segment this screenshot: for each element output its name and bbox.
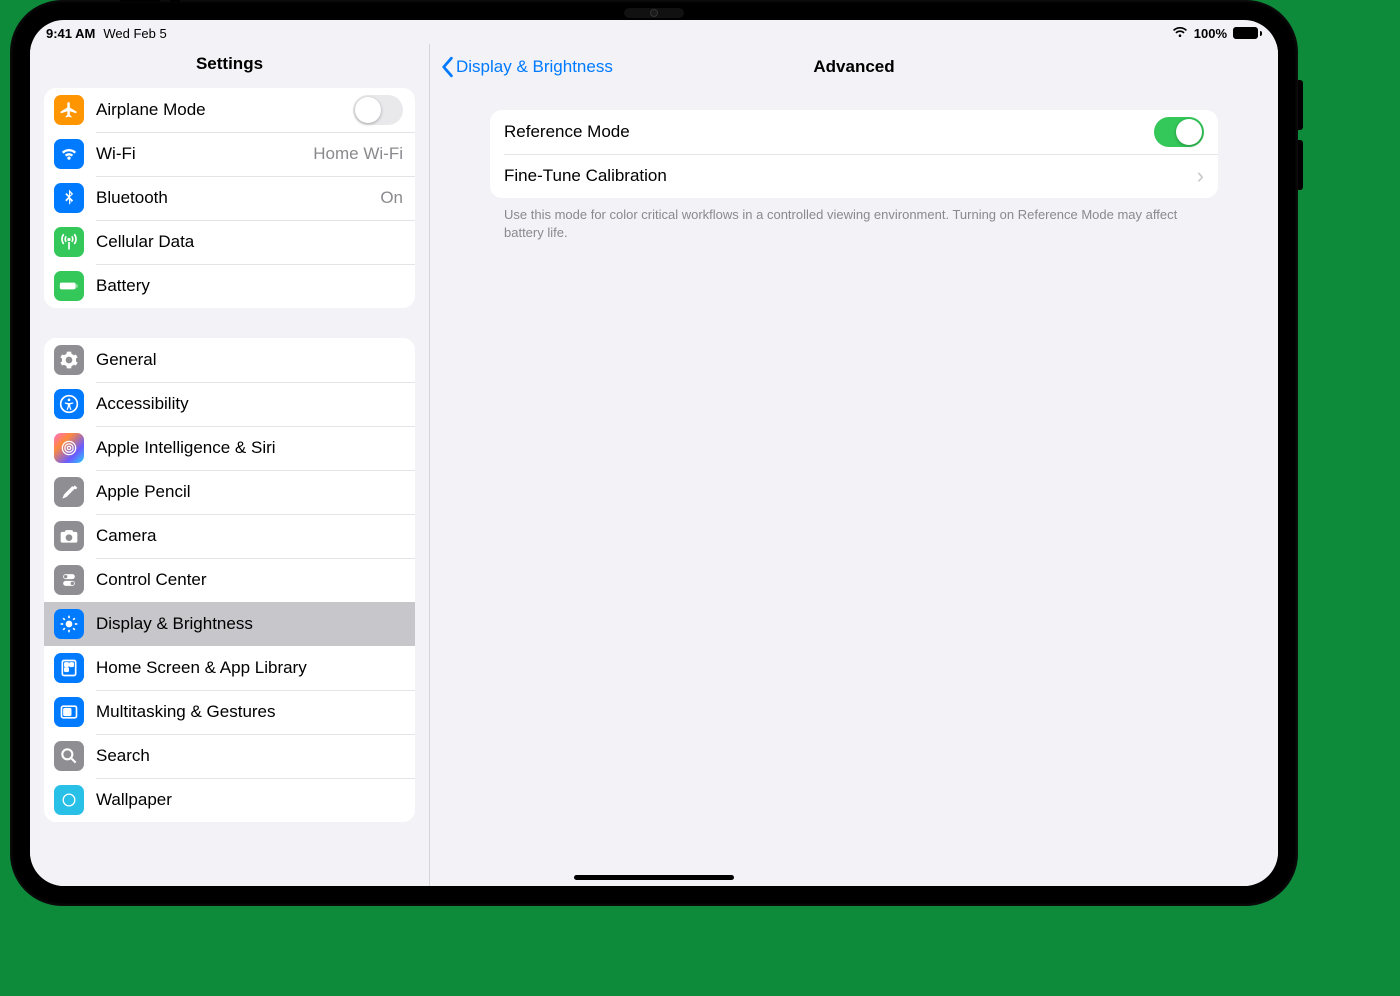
home-indicator[interactable] [574, 875, 734, 880]
sidebar-item-label: Battery [96, 276, 403, 296]
wifi-value: Home Wi-Fi [313, 144, 403, 164]
ipad-device-frame: 9:41 AM Wed Feb 5 100% Settings [10, 0, 1298, 906]
sidebar-item-wallpaper[interactable]: Wallpaper [44, 778, 415, 822]
screen: 9:41 AM Wed Feb 5 100% Settings [30, 20, 1278, 886]
sidebar-item-label: General [96, 350, 403, 370]
back-button[interactable]: Display & Brightness [440, 56, 613, 78]
multitasking-icon [54, 697, 84, 727]
sidebar-item-battery[interactable]: Battery [44, 264, 415, 308]
status-time: 9:41 AM [46, 26, 95, 41]
search-icon [54, 741, 84, 771]
battery-icon [1233, 27, 1262, 39]
front-camera [624, 8, 684, 18]
sidebar-item-home-screen[interactable]: Home Screen & App Library [44, 646, 415, 690]
sidebar-item-apple-pencil[interactable]: Apple Pencil [44, 470, 415, 514]
wallpaper-icon [54, 785, 84, 815]
home-screen-icon [54, 653, 84, 683]
battery-percent: 100% [1194, 26, 1227, 41]
settings-sidebar: Settings Airplane Mode [30, 44, 430, 886]
airplane-mode-toggle[interactable] [353, 95, 403, 125]
sidebar-item-label: Camera [96, 526, 403, 546]
sidebar-item-camera[interactable]: Camera [44, 514, 415, 558]
sidebar-item-multitasking[interactable]: Multitasking & Gestures [44, 690, 415, 734]
bluetooth-icon [54, 183, 84, 213]
detail-navbar: Display & Brightness Advanced [430, 44, 1278, 90]
bluetooth-value: On [380, 188, 403, 208]
chevron-right-icon: › [1197, 163, 1204, 189]
wifi-icon [54, 139, 84, 169]
sidebar-item-label: Control Center [96, 570, 403, 590]
reference-mode-toggle[interactable] [1154, 117, 1204, 147]
sidebar-item-label: Airplane Mode [96, 100, 341, 120]
volume-up-button [1298, 80, 1303, 130]
footer-note: Use this mode for color critical workflo… [490, 198, 1218, 241]
detail-pane: Display & Brightness Advanced Reference … [430, 44, 1278, 886]
volume-down-button [1298, 140, 1303, 190]
sidebar-item-label: Wallpaper [96, 790, 403, 810]
sidebar-item-label: Accessibility [96, 394, 403, 414]
back-label: Display & Brightness [456, 57, 613, 77]
sidebar-item-display-brightness[interactable]: Display & Brightness [44, 602, 415, 646]
sidebar-item-label: Display & Brightness [96, 614, 403, 634]
sidebar-item-label: Apple Intelligence & Siri [96, 438, 403, 458]
sidebar-item-label: Home Screen & App Library [96, 658, 403, 678]
sidebar-item-airplane-mode[interactable]: Airplane Mode [44, 88, 415, 132]
siri-icon [54, 433, 84, 463]
sidebar-item-cellular[interactable]: Cellular Data [44, 220, 415, 264]
row-fine-tune-calibration[interactable]: Fine-Tune Calibration › [490, 154, 1218, 198]
sidebar-item-label: Apple Pencil [96, 482, 403, 502]
accessibility-icon [54, 389, 84, 419]
sidebar-group-connectivity: Airplane Mode Wi-Fi Home Wi-Fi [44, 88, 415, 308]
sidebar-item-bluetooth[interactable]: Bluetooth On [44, 176, 415, 220]
status-date: Wed Feb 5 [103, 26, 166, 41]
airplane-icon [54, 95, 84, 125]
status-bar: 9:41 AM Wed Feb 5 100% [30, 20, 1278, 44]
sidebar-item-label: Search [96, 746, 403, 766]
sidebar-item-wifi[interactable]: Wi-Fi Home Wi-Fi [44, 132, 415, 176]
sidebar-group-general: General Accessibility Appl [44, 338, 415, 822]
pencil-icon [54, 477, 84, 507]
brightness-icon [54, 609, 84, 639]
sidebar-item-apple-intelligence[interactable]: Apple Intelligence & Siri [44, 426, 415, 470]
sidebar-item-label: Cellular Data [96, 232, 403, 252]
detail-group: Reference Mode Fine-Tune Calibration › [490, 110, 1218, 198]
sidebar-item-accessibility[interactable]: Accessibility [44, 382, 415, 426]
sidebar-item-general[interactable]: General [44, 338, 415, 382]
wifi-icon [1172, 27, 1188, 39]
row-reference-mode[interactable]: Reference Mode [490, 110, 1218, 154]
battery-icon [54, 271, 84, 301]
sidebar-item-search[interactable]: Search [44, 734, 415, 778]
sidebar-item-label: Bluetooth [96, 188, 368, 208]
sidebar-item-control-center[interactable]: Control Center [44, 558, 415, 602]
sidebar-item-label: Multitasking & Gestures [96, 702, 403, 722]
camera-icon [54, 521, 84, 551]
sidebar-item-label: Wi-Fi [96, 144, 301, 164]
cellular-icon [54, 227, 84, 257]
row-label: Fine-Tune Calibration [504, 166, 1197, 186]
physical-button [170, 0, 180, 2]
physical-button [120, 0, 160, 2]
sidebar-scroll[interactable]: Airplane Mode Wi-Fi Home Wi-Fi [30, 88, 429, 852]
sidebar-title: Settings [30, 44, 429, 88]
row-label: Reference Mode [504, 122, 1154, 142]
chevron-left-icon [440, 56, 454, 78]
control-center-icon [54, 565, 84, 595]
gear-icon [54, 345, 84, 375]
